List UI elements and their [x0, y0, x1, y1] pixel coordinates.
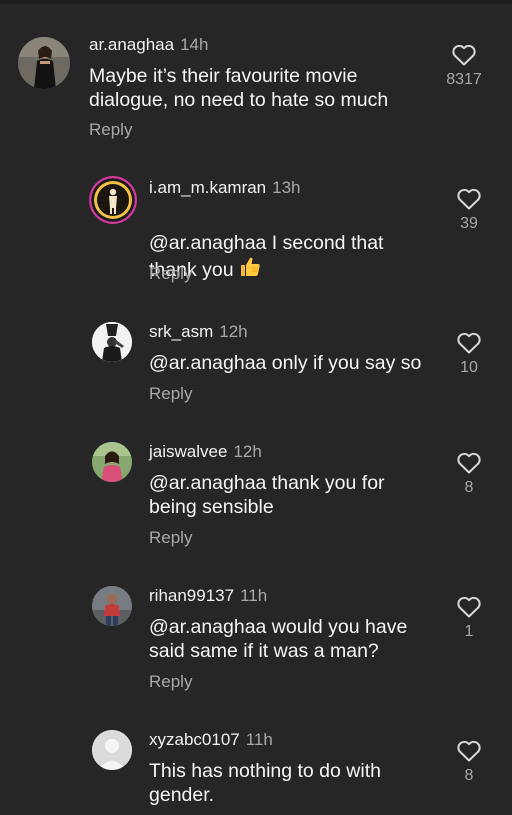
timestamp: 11h — [245, 730, 273, 749]
comment-text: This has nothing to do with gender. — [149, 760, 381, 806]
username[interactable]: xyzabc0107 — [149, 730, 240, 749]
comment-meta: xyzabc0107 11h — [149, 730, 273, 750]
default-gray-avatar-icon — [92, 730, 132, 770]
like-count: 8 — [464, 767, 474, 784]
comment-item: xyzabc0107 11h This has nothing to do wit… — [0, 0, 512, 815]
heart-icon[interactable] — [456, 739, 482, 763]
like-area: 8 — [439, 739, 499, 785]
avatar[interactable] — [92, 730, 132, 770]
